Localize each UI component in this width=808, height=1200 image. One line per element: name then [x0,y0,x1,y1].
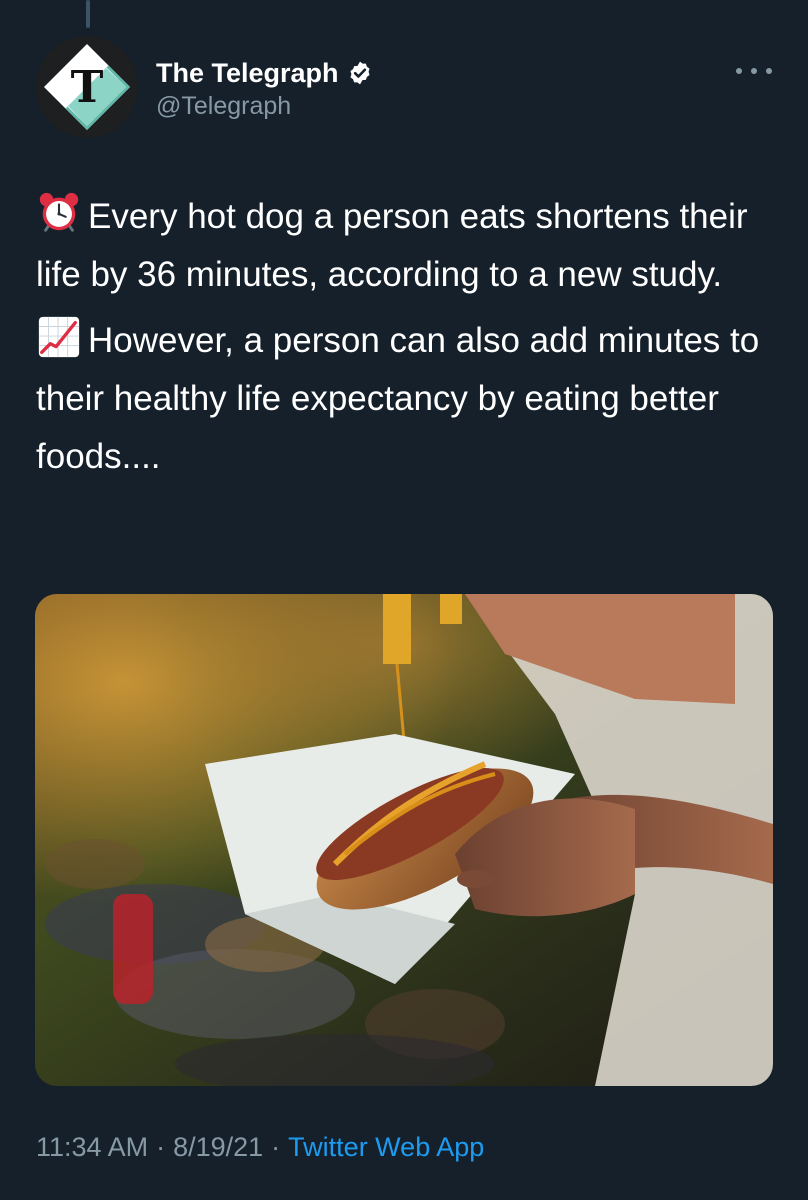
meta-separator: · [271,1132,281,1162]
chart-increasing-icon [38,316,80,358]
tweet-paragraph-2-text: However, a person can also add minutes t… [36,321,760,476]
more-dot-icon [751,68,757,74]
author-display-name[interactable]: The Telegraph [156,58,339,89]
author-name-row[interactable]: The Telegraph [156,56,373,90]
tweet-meta: 11:34 AM · 8/19/21 · Twitter Web App [36,1132,484,1163]
tweet-time[interactable]: 11:34 AM [36,1132,148,1163]
tweet-photo[interactable] [35,594,773,1086]
svg-text:T: T [71,62,104,113]
tweet-date[interactable]: 8/19/21 [173,1132,263,1163]
meta-separator: · [156,1132,166,1162]
thread-connector-line [86,0,90,28]
author-handle[interactable]: @Telegraph [156,92,291,121]
hot-dog-photo [35,594,773,1086]
tweet-source-link[interactable]: Twitter Web App [288,1132,484,1163]
tweet-text: Every hot dog a person eats shortens the… [36,188,776,486]
tweet-paragraph-1-text: Every hot dog a person eats shortens the… [36,197,748,294]
more-dot-icon [766,68,772,74]
telegraph-logo-icon: T [36,36,138,138]
more-dot-icon [736,68,742,74]
avatar[interactable]: T [36,36,138,138]
alarm-clock-icon [39,192,79,232]
verified-badge-icon [349,61,370,85]
tweet-paragraph-1: Every hot dog a person eats shortens the… [36,188,776,304]
more-options-button[interactable] [736,56,772,86]
tweet-paragraph-2: However, a person can also add minutes t… [36,312,776,486]
